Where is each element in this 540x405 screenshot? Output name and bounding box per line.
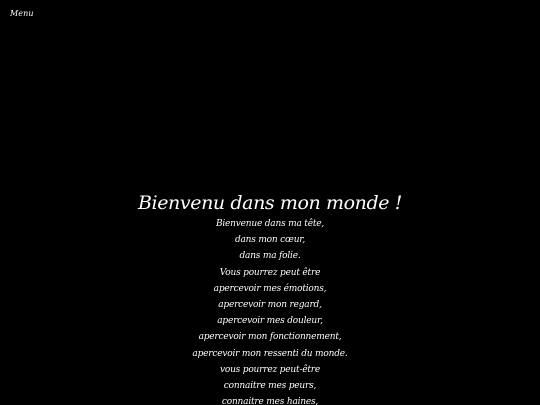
poem-lines: Bienvenue dans ma tête, dans mon cœur, d… (0, 216, 540, 405)
poem-line: vous pourrez peut-être (219, 364, 320, 375)
poem-line: connaitre mes haines, (221, 397, 319, 405)
poem-line: apercevoir mon fonctionnement, (198, 332, 342, 343)
poem-line: dans ma folie. (239, 251, 301, 262)
poem-line: apercevoir mes douleur, (217, 316, 323, 327)
poem-line: apercevoir mon ressenti du monde. (192, 348, 348, 359)
poem-line: Bienvenue dans ma tête, (215, 219, 325, 229)
poem-line: apercevoir mon regard, (218, 300, 322, 311)
poem-section: Bienvenu dans mon monde ! Bienvenue dans… (0, 190, 540, 405)
menu-link[interactable]: Menu (10, 9, 34, 18)
poem-line: dans mon cœur, (234, 235, 306, 246)
page-title: Bienvenu dans mon monde ! (137, 192, 403, 214)
poem-line: Vous pourrez peut être (219, 267, 321, 278)
poem-line: apercevoir mes émotions, (213, 283, 327, 294)
poem-line: connaitre mes peurs, (223, 381, 317, 392)
